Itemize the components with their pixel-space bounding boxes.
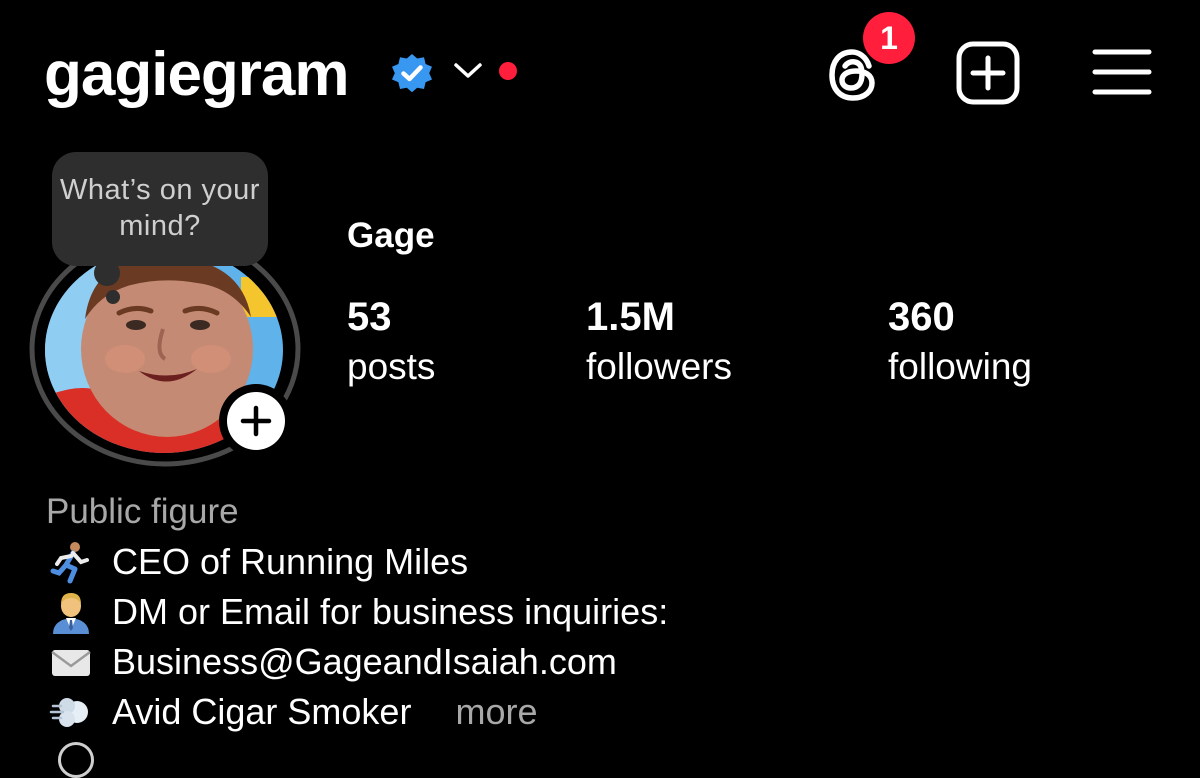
- bio-line: Avid Cigar Smoker more: [46, 687, 537, 737]
- followers-count: 1.5M: [586, 295, 675, 339]
- following-label: following: [888, 346, 1032, 387]
- posts-label: posts: [347, 346, 436, 387]
- posts-count: 53: [347, 295, 392, 339]
- followers-label: followers: [586, 346, 732, 387]
- envelope-emoji-icon: [46, 640, 96, 684]
- link-icon: [58, 742, 94, 778]
- plus-square-icon[interactable]: [955, 40, 1021, 106]
- runner-emoji-icon: [46, 540, 96, 584]
- bio-line: CEO of Running Miles: [46, 537, 468, 587]
- followers-stat[interactable]: 1.5M followers: [586, 294, 732, 390]
- profile-category: Public figure: [46, 492, 239, 531]
- office-worker-emoji-icon: [46, 590, 96, 634]
- add-story-button[interactable]: [219, 384, 293, 458]
- following-count: 360: [888, 295, 955, 339]
- notification-badge: 1: [863, 12, 915, 64]
- chevron-down-icon[interactable]: [452, 58, 484, 82]
- display-name: Gage: [347, 216, 435, 255]
- following-stat[interactable]: 360 following: [888, 294, 1032, 390]
- bio-email[interactable]: Business@GageandIsaiah.com: [112, 639, 617, 685]
- note-prompt: What’s on your mind?: [60, 174, 260, 242]
- plus-icon: [240, 405, 272, 437]
- note-bubble-tail-dot: [106, 290, 120, 304]
- bio-text: DM or Email for business inquiries:: [112, 591, 669, 632]
- unread-indicator-dot: [499, 62, 517, 80]
- bio-line: Business@GageandIsaiah.com: [46, 637, 617, 687]
- note-bubble[interactable]: What’s on your mind?: [52, 152, 268, 266]
- bio-text: Avid Cigar Smoker: [112, 691, 412, 732]
- hamburger-menu-icon[interactable]: [1091, 44, 1153, 100]
- dash-emoji-icon: [46, 690, 96, 734]
- bio-text: CEO of Running Miles: [112, 541, 469, 582]
- username[interactable]: gagiegram: [44, 38, 350, 112]
- verified-badge-icon: [392, 54, 432, 93]
- bio-more-link[interactable]: more: [455, 689, 537, 735]
- bio-line: DM or Email for business inquiries:: [46, 587, 668, 637]
- posts-stat[interactable]: 53 posts: [347, 294, 435, 390]
- note-bubble-tail: [94, 260, 120, 286]
